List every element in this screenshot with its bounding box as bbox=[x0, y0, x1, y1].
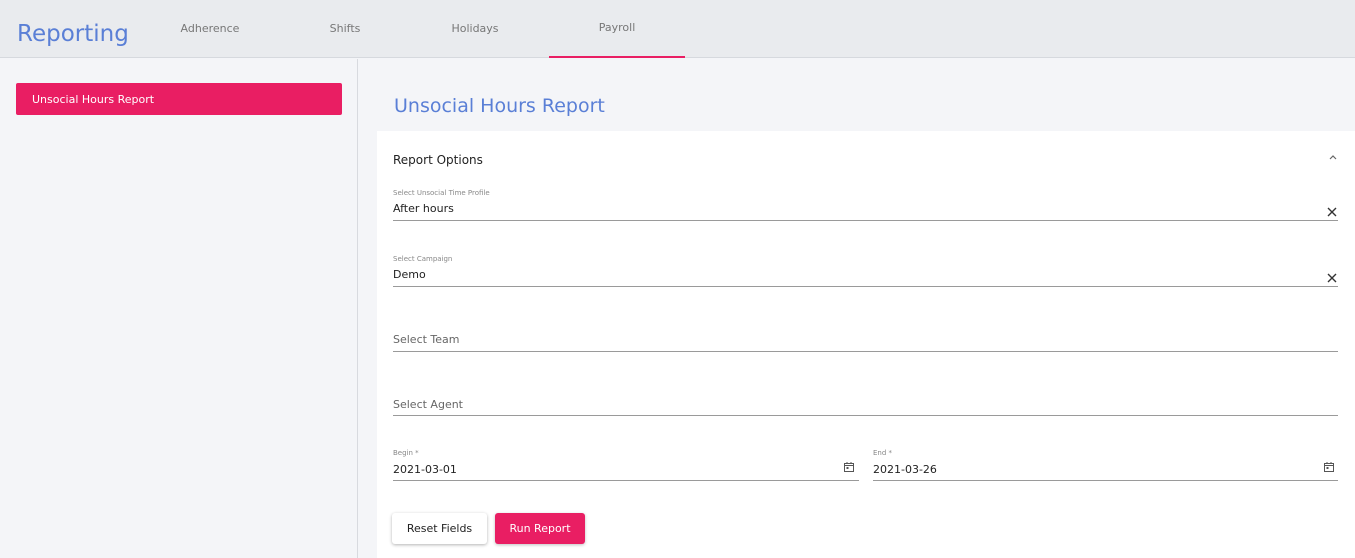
agent-select[interactable]: Select Agent bbox=[393, 392, 1338, 416]
run-report-button[interactable]: Run Report bbox=[495, 513, 585, 544]
tab-holidays[interactable]: Holidays bbox=[420, 0, 530, 58]
field-value: 2021-03-01 bbox=[393, 463, 457, 476]
unsocial-time-profile-select[interactable]: Select Unsocial Time Profile After hours bbox=[393, 187, 1338, 221]
field-placeholder: Select Agent bbox=[393, 398, 463, 411]
field-label: End * bbox=[873, 449, 893, 457]
field-value: After hours bbox=[393, 202, 454, 215]
top-nav-bar: Reporting Adherence Shifts Holidays Payr… bbox=[0, 0, 1355, 58]
field-label: Select Unsocial Time Profile bbox=[393, 189, 490, 197]
field-label: Select Campaign bbox=[393, 255, 453, 263]
begin-date-field[interactable]: Begin * 2021-03-01 bbox=[393, 449, 859, 481]
field-placeholder: Select Team bbox=[393, 333, 460, 346]
close-icon[interactable] bbox=[1326, 206, 1338, 218]
team-select[interactable]: Select Team bbox=[393, 327, 1338, 352]
tab-adherence[interactable]: Adherence bbox=[160, 0, 260, 58]
sidebar-item-label: Unsocial Hours Report bbox=[32, 92, 155, 106]
calendar-icon[interactable] bbox=[1323, 461, 1335, 473]
tab-label: Adherence bbox=[180, 22, 240, 35]
field-value: 2021-03-26 bbox=[873, 463, 937, 476]
tab-shifts[interactable]: Shifts bbox=[305, 0, 385, 58]
tab-payroll[interactable]: Payroll bbox=[549, 0, 685, 58]
calendar-icon[interactable] bbox=[843, 461, 855, 473]
close-icon[interactable] bbox=[1326, 272, 1338, 284]
section-title: Report Options bbox=[393, 153, 483, 167]
field-label: Begin * bbox=[393, 449, 419, 457]
end-date-field[interactable]: End * 2021-03-26 bbox=[873, 449, 1338, 481]
sidebar: Unsocial Hours Report bbox=[0, 59, 358, 558]
report-options-card: Report Options Select Unsocial Time Prof… bbox=[377, 131, 1355, 558]
tab-label: Shifts bbox=[329, 22, 361, 35]
campaign-select[interactable]: Select Campaign Demo bbox=[393, 253, 1338, 287]
reset-fields-button[interactable]: Reset Fields bbox=[392, 513, 487, 544]
app-title: Reporting bbox=[17, 21, 129, 47]
tab-label: Holidays bbox=[451, 22, 499, 35]
field-value: Demo bbox=[393, 268, 426, 281]
tab-label: Payroll bbox=[598, 21, 636, 34]
sidebar-item-unsocial-hours-report[interactable]: Unsocial Hours Report bbox=[16, 83, 342, 115]
page-title: Unsocial Hours Report bbox=[394, 95, 605, 117]
chevron-up-icon[interactable] bbox=[1327, 151, 1339, 163]
